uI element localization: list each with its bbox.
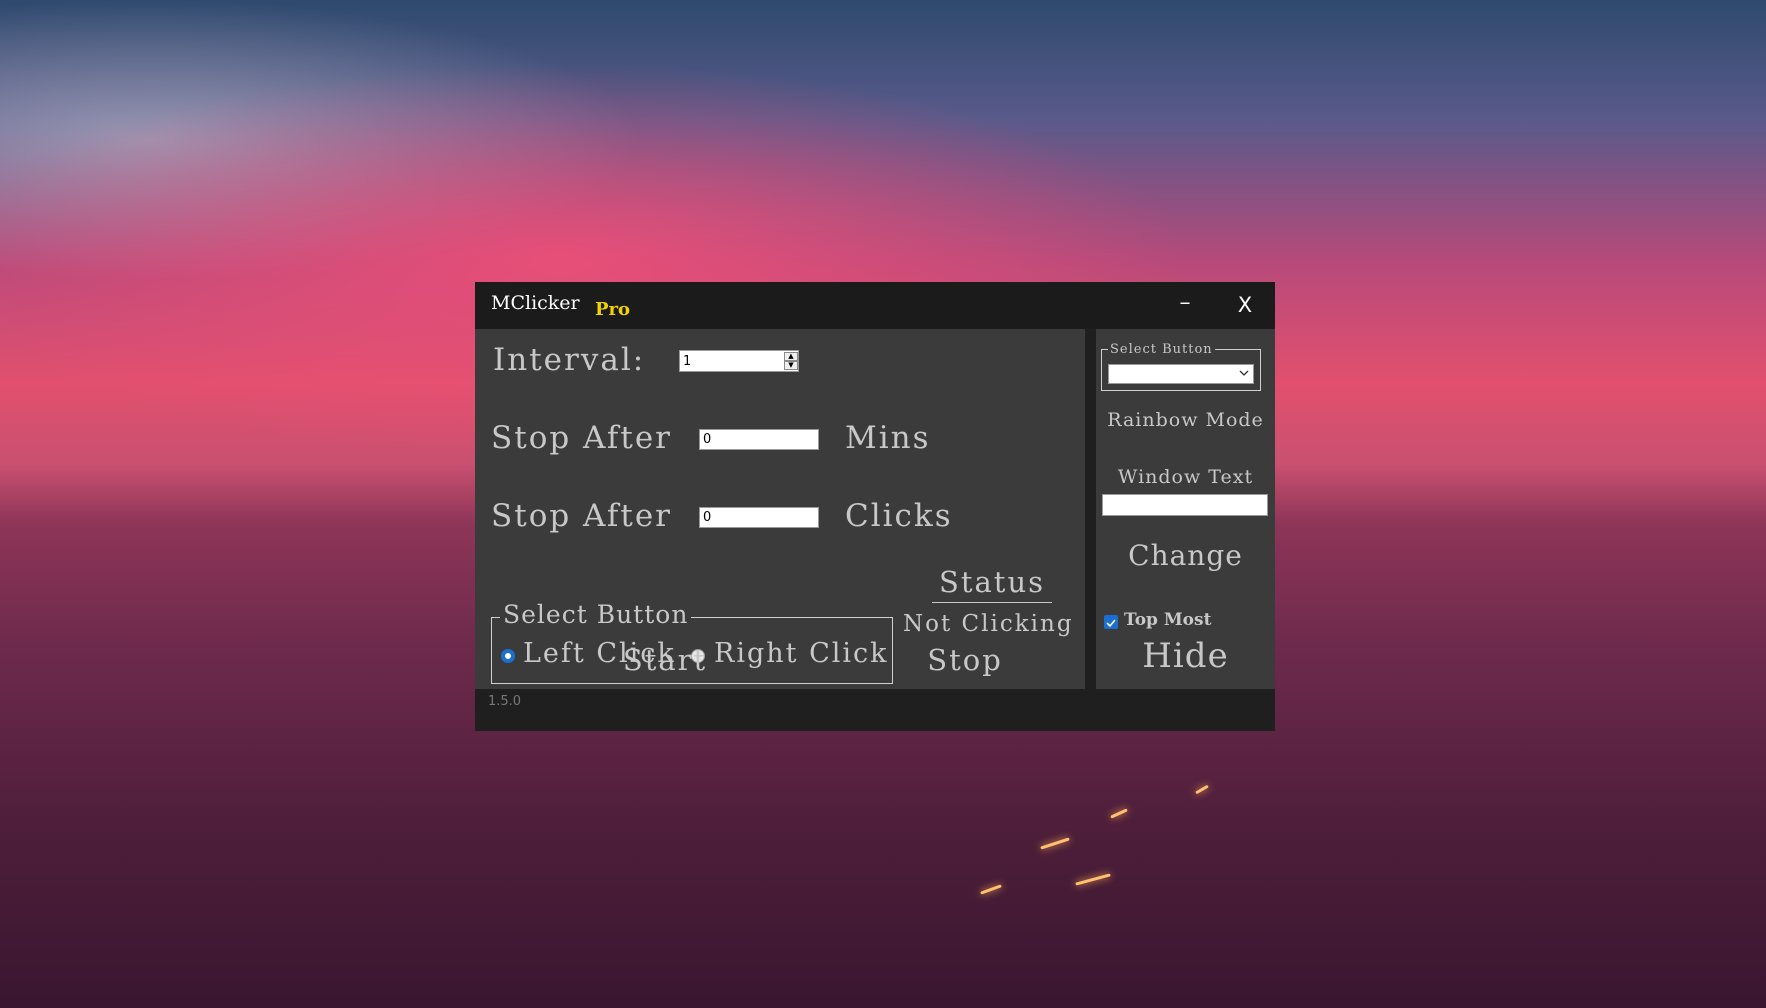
title-bar[interactable]: MClicker Pro – X	[475, 282, 1275, 329]
app-title: MClicker	[491, 292, 580, 314]
checkmark-icon	[1106, 619, 1116, 628]
interval-spinner[interactable]: ▲ ▼	[679, 350, 799, 372]
water-glint	[1195, 784, 1209, 795]
select-button-legend: Select Button	[500, 600, 692, 629]
left-click-radio[interactable]	[501, 649, 515, 663]
hide-button[interactable]: Hide	[1096, 636, 1275, 676]
version-label: 1.5.0	[488, 694, 522, 709]
status-value: Not Clicking	[903, 611, 1074, 637]
water-glint	[1075, 873, 1111, 886]
window-text-label: Window Text	[1117, 466, 1254, 488]
mclicker-window: MClicker Pro – X Interval: ▲ ▼ Stop Afte…	[475, 282, 1275, 731]
close-button[interactable]: X	[1227, 290, 1263, 320]
side-select-button-legend: Select Button	[1108, 342, 1215, 357]
top-most-label[interactable]: Top Most	[1124, 610, 1211, 630]
chevron-down-icon	[1239, 370, 1249, 376]
select-button-dropdown[interactable]	[1108, 364, 1254, 384]
water-glint	[1040, 837, 1070, 850]
water-glint	[1110, 808, 1128, 819]
spin-up-icon[interactable]: ▲	[784, 352, 798, 361]
clicks-unit-label: Clicks	[845, 498, 953, 534]
spin-down-icon[interactable]: ▼	[784, 361, 798, 370]
status-heading: Status	[932, 565, 1052, 603]
side-select-button-group: Select Button	[1101, 342, 1261, 391]
interval-input[interactable]	[680, 351, 780, 371]
top-most-checkbox[interactable]	[1104, 615, 1118, 629]
interval-label: Interval:	[493, 342, 646, 378]
stop-button[interactable]: Stop	[875, 643, 1055, 677]
water-glint	[980, 884, 1002, 895]
main-panel: Interval: ▲ ▼ Stop After Mins Stop After…	[475, 329, 1085, 689]
minimize-button[interactable]: –	[1167, 290, 1203, 320]
mins-unit-label: Mins	[845, 420, 931, 456]
stop-after-clicks-input[interactable]	[699, 507, 819, 528]
side-panel: Select Button Rainbow Mode Window Text C…	[1096, 329, 1275, 689]
stop-after-mins-label: Stop After	[491, 420, 672, 456]
stop-after-clicks-label: Stop After	[491, 498, 672, 534]
stop-after-mins-input[interactable]	[699, 429, 819, 450]
start-button[interactable]: Start	[570, 643, 760, 677]
pro-badge: Pro	[595, 299, 631, 320]
change-button[interactable]: Change	[1096, 539, 1275, 572]
rainbow-mode-button[interactable]: Rainbow Mode	[1096, 409, 1275, 431]
window-text-input[interactable]	[1102, 494, 1268, 516]
status-bar: 1.5.0	[475, 689, 1275, 731]
